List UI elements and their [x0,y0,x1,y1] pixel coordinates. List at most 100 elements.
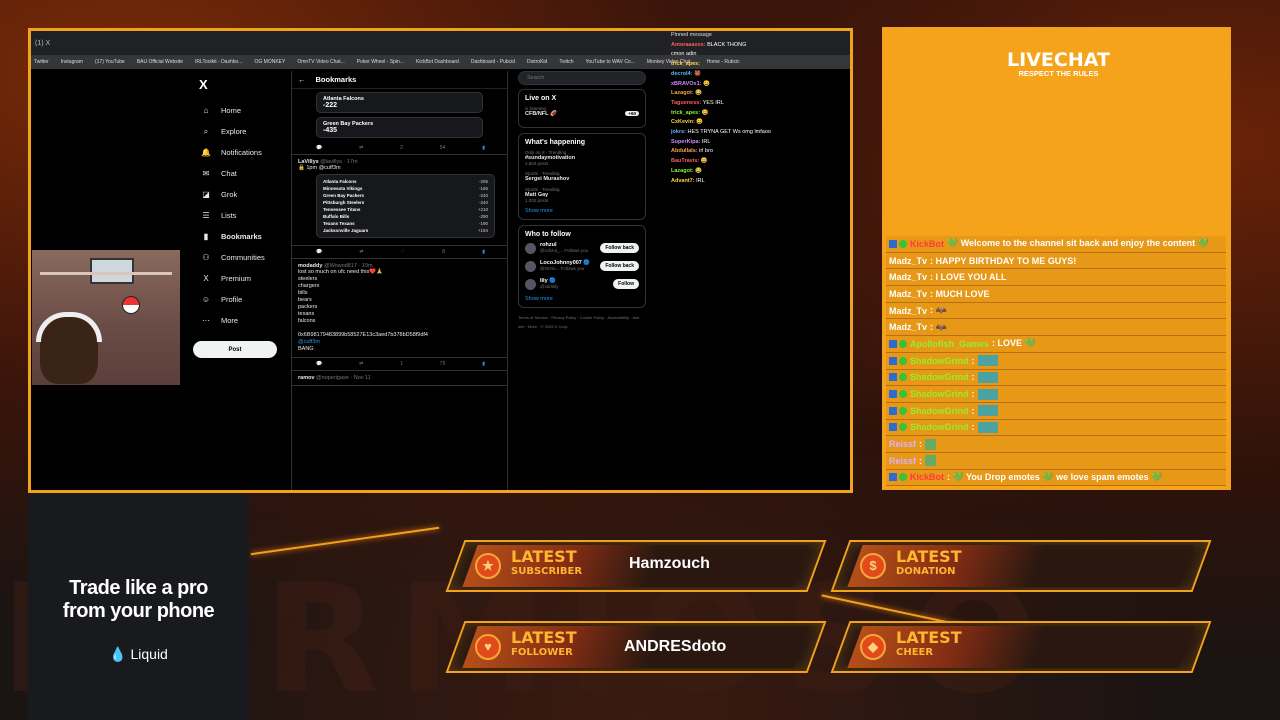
bookmark-link[interactable]: OmnTV Video Chat... [297,59,344,65]
nav-item-bookmarks[interactable]: ▮ Bookmarks [191,226,291,247]
follow-suggestion[interactable]: rohzul @rohzul_... Follows you Follow back [525,242,639,254]
bookmark-link[interactable]: Twitter [34,59,49,65]
like-count[interactable]: 1 [400,361,403,367]
x-logo-icon[interactable]: X [199,77,291,92]
bookmark-link[interactable]: Instagram [61,59,83,65]
back-arrow-icon[interactable]: ← [298,75,306,84]
bet-card[interactable]: Green Bay Packers -435 [316,117,483,138]
chat-username[interactable]: BauTravis: [671,158,701,164]
tab-title[interactable]: (1) X [35,40,50,47]
nav-item-more[interactable]: ⋯ More [191,310,291,331]
chat-username[interactable]: Lazagot: [671,168,695,174]
views-count[interactable]: 8 [442,249,445,255]
follow-suggestion[interactable]: lily 🔵 @xamlily Follow [525,278,639,290]
chat-username[interactable]: Lazagot: [671,90,695,96]
chat-username[interactable]: Madz_Tv [889,256,927,266]
bookmark-icon[interactable]: ▮ [482,361,485,367]
nav-item-notifications[interactable]: 🔔 Notifications [191,142,291,163]
chat-username[interactable]: CxKevin: [671,119,696,125]
show-more-link[interactable]: Show more [525,296,639,302]
reply-icon[interactable]: 💬 [316,249,322,255]
follow-button[interactable]: Follow [613,279,639,289]
tweet[interactable]: modaddy @Wowod817 · 19m lost so much on … [292,259,507,358]
retweet-icon[interactable]: ⇄ [359,361,363,367]
chat-username[interactable]: Amoraaaxxx: [671,42,707,48]
nav-item-lists[interactable]: ☰ Lists [191,205,291,226]
bookmark-link[interactable]: Poker Wheel - Spin... [357,59,404,65]
bookmark-link[interactable]: Twitch [559,59,573,65]
bookmark-link[interactable]: IRLToolkit - Dashbo... [195,59,242,65]
tweet[interactable]: LaVillys @lavillys · 17m 🔒 1pm @cuff3m A… [292,155,507,246]
x-footer-links[interactable]: Terms of Service · Privacy Policy · Cook… [518,313,646,331]
search-input[interactable]: Search [518,71,646,85]
bet-slip-image[interactable]: Atlanta Falcons -205 Minnesota Vikings -166… [316,174,495,238]
chat-username[interactable]: Apollofish_Games [910,339,989,349]
bookmark-link[interactable]: DistroKid [527,59,547,65]
live-space-name[interactable]: CFB/NFL 🏈 +60 [525,111,639,117]
nav-item-chat[interactable]: ✉ Chat [191,163,291,184]
tweet[interactable]: ramov @noperigase · Nov 11 [292,371,507,386]
trend-item[interactable]: Only on X · Trending #sundaymotivation 2,5… [525,150,639,166]
reply-icon[interactable]: 💬 [316,145,322,151]
trend-item[interactable]: Sports · Trending Matt Gay 1,032 posts [525,187,639,203]
chat-username[interactable]: decrol4: [671,71,694,77]
post-button[interactable]: Post [193,341,277,358]
retweet-icon[interactable]: ⇄ [359,145,363,151]
follow-name[interactable]: rohzul @rohzul_... Follows you [540,242,600,254]
bookmark-icon[interactable]: ▮ [482,145,485,151]
trend-item[interactable]: Sports · Trending Sergei Murashov [525,171,639,182]
chat-username[interactable]: Madz_Tv [889,289,927,299]
nav-item-premium[interactable]: X Premium [191,268,291,289]
chat-username[interactable]: KickBot [910,472,944,482]
live-on-x-box[interactable]: Live on X is listening CFB/NFL 🏈 +60 [518,89,646,128]
avatar[interactable] [525,278,536,290]
chat-username[interactable]: Reissf [889,439,916,449]
nav-item-profile[interactable]: ☺ Profile [191,289,291,310]
chat-username[interactable]: ShadowGrind [910,389,969,399]
chat-username[interactable]: ShadowGrind [910,372,969,382]
chat-username[interactable]: jokrs: [671,129,688,135]
follow-button[interactable]: Follow back [600,243,639,253]
follow-name[interactable]: LocoJohnny007 🔵 @OnYo... Follows you [540,260,600,272]
chat-username[interactable]: Tagueness: [671,100,703,106]
nav-item-home[interactable]: ⌂ Home [191,100,291,121]
chat-username[interactable]: trick_apes: [671,110,702,116]
chat-username[interactable]: Reissf [889,456,916,466]
bookmark-link[interactable]: YouTube to WAV Co... [586,59,635,65]
nav-item-grok[interactable]: ◪ Grok [191,184,291,205]
follow-button[interactable]: Follow back [600,261,639,271]
chat-username[interactable]: SuperKipa: [671,139,702,145]
avatar[interactable] [525,260,536,272]
reply-icon[interactable]: 💬 [316,361,322,367]
chat-username[interactable]: Advant7: [671,178,696,184]
bookmark-link[interactable]: (17) YouTube [95,59,125,65]
chat-username[interactable]: Madz_Tv [889,306,927,316]
like-count[interactable]: 2 [400,145,403,151]
nav-item-communities[interactable]: ⚇ Communities [191,247,291,268]
chat-username[interactable]: trick_apes: [671,61,700,67]
ad-panel[interactable]: Trade like a pro from your phone 💧 Liquid [28,494,249,720]
show-more-link[interactable]: Show more [525,208,639,214]
nav-item-explore[interactable]: ⌕ Explore [191,121,291,142]
chat-username[interactable]: AbdullaIs: [671,148,699,154]
avatar[interactable] [525,242,536,254]
tweet-author[interactable]: ramov [298,375,315,381]
bet-card[interactable]: Atlanta Falcons -222 [316,92,483,113]
bookmark-link[interactable]: Dashboard - Pubcid [471,59,515,65]
chat-username[interactable]: Madz_Tv [889,322,927,332]
bookmark-link[interactable]: BAU Official Website [137,59,183,65]
chat-username[interactable]: ShadowGrind [910,406,969,416]
bookmark-icon[interactable]: ▮ [482,249,485,255]
chat-username[interactable]: ShadowGrind [910,422,969,432]
chat-username[interactable]: ShadowGrind [910,356,969,366]
follow-suggestion[interactable]: LocoJohnny007 🔵 @OnYo... Follows you Follo… [525,260,639,272]
bookmark-link[interactable]: OG MONKEY [254,59,285,65]
like-icon[interactable]: ♡ [401,249,405,255]
follow-name[interactable]: lily 🔵 @xamlily [540,278,613,290]
chat-username[interactable]: KickBot [910,239,944,249]
chat-username[interactable]: xBRAVOx1: [671,81,703,87]
views-count[interactable]: 54 [440,145,446,151]
chat-username[interactable]: Madz_Tv [889,272,927,282]
retweet-icon[interactable]: ⇄ [359,249,363,255]
bookmark-link[interactable]: KickBot Dashboard [416,59,459,65]
